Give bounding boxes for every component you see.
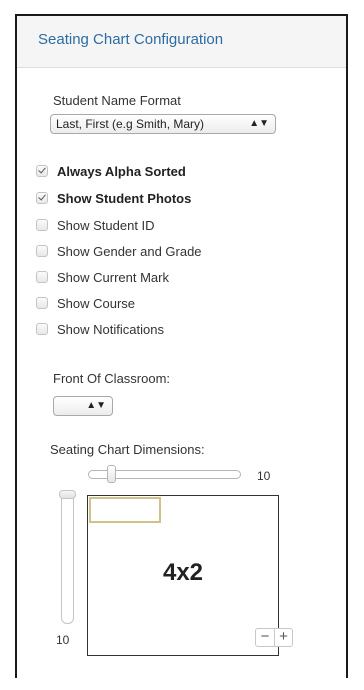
checkbox-unchecked-icon[interactable] [36,323,48,335]
option-always-alpha-sorted[interactable]: Always Alpha Sorted [36,162,186,180]
option-label: Always Alpha Sorted [57,163,186,179]
front-of-classroom-select[interactable]: ▲▼ [53,396,113,416]
option-show-student-photos[interactable]: Show Student Photos [36,189,191,207]
checkbox-unchecked-icon[interactable] [36,297,48,309]
zoom-out-button[interactable]: − [256,629,274,646]
grid-dimensions-label: 4x2 [162,559,204,586]
zoom-controls: − + [255,628,293,647]
option-show-course[interactable]: Show Course [36,294,135,312]
option-show-current-mark[interactable]: Show Current Mark [36,268,169,286]
checkbox-unchecked-icon[interactable] [36,271,48,283]
columns-max-value: 10 [257,469,271,483]
option-label: Show Course [57,295,136,311]
columns-slider-handle[interactable] [107,465,116,483]
checkbox-unchecked-icon[interactable] [36,245,48,257]
rows-max-value: 10 [56,633,70,647]
option-show-student-id[interactable]: Show Student ID [36,216,155,234]
rows-slider-handle[interactable] [59,490,76,499]
student-name-format-select[interactable]: Last, First (e.g Smith, Mary) ▲▼ [50,114,276,134]
student-name-format-value: Last, First (e.g Smith, Mary) [56,117,205,131]
option-label: Show Notifications [57,321,164,337]
option-label: Show Student ID [57,217,155,233]
seat-cell[interactable] [89,497,161,523]
option-show-gender-and-grade[interactable]: Show Gender and Grade [36,242,202,260]
option-show-notifications[interactable]: Show Notifications [36,320,164,338]
updown-arrows-icon: ▲▼ [86,400,106,411]
student-name-format-label: Student Name Format [53,93,181,108]
panel-title: Seating Chart Configuration [17,16,346,68]
checkbox-unchecked-icon[interactable] [36,219,48,231]
updown-arrows-icon: ▲▼ [249,118,269,129]
front-of-classroom-label: Front Of Classroom: [53,371,171,386]
zoom-in-button[interactable]: + [274,629,292,646]
checkbox-checked-icon[interactable] [36,192,48,204]
option-label: Show Current Mark [57,269,169,285]
seating-chart-dimensions-label: Seating Chart Dimensions: [50,442,205,457]
rows-slider-track[interactable] [61,491,74,624]
option-label: Show Gender and Grade [57,243,202,259]
checkbox-checked-icon[interactable] [36,165,48,177]
option-label: Show Student Photos [57,190,192,206]
